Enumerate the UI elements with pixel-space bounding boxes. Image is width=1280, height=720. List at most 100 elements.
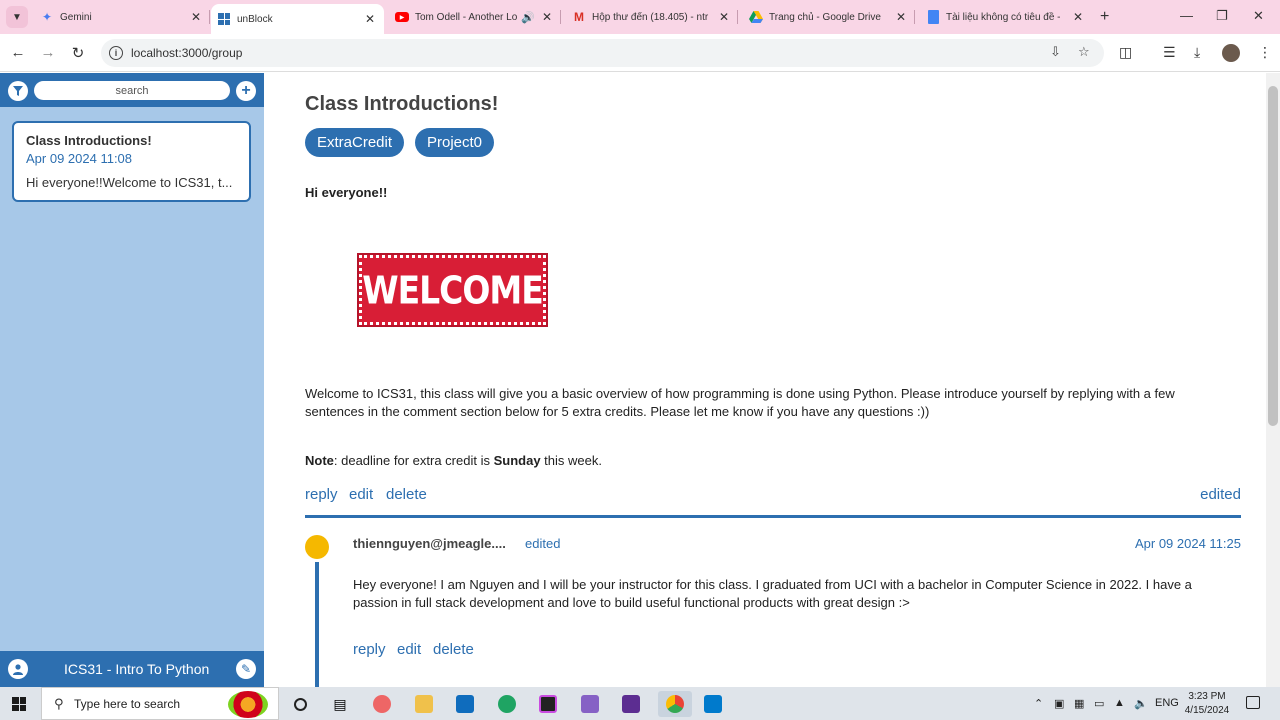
comment-edited-label: edited	[525, 536, 561, 551]
menu-kebab-icon[interactable]: ⋮	[1258, 44, 1272, 61]
chrome-icon[interactable]	[658, 691, 692, 717]
taskbar-search-box[interactable]: ⚲ Type here to search	[41, 687, 279, 720]
site-info-icon[interactable]: i	[109, 46, 123, 60]
vscode-icon[interactable]	[700, 691, 726, 717]
window-close-icon[interactable]: ✕	[1253, 8, 1264, 24]
tab-title: Gemini	[60, 11, 92, 23]
notification-icon[interactable]	[1246, 696, 1260, 709]
clock-date: 4/15/2024	[1184, 705, 1230, 716]
comment-delete-link[interactable]: delete	[433, 641, 474, 658]
downloads-icon[interactable]: ⤓	[1194, 44, 1200, 61]
windows-start-icon[interactable]	[12, 697, 26, 711]
group-name[interactable]: ICS31 - Intro To Python	[64, 661, 209, 677]
comment-thread-line	[315, 562, 319, 687]
jetbrains-icon[interactable]	[535, 691, 561, 717]
tag-project0[interactable]: Project0	[415, 128, 495, 157]
maximize-icon[interactable]: ❐	[1216, 8, 1228, 24]
tab-gemini[interactable]: ✦ Gemini ✕	[34, 0, 210, 34]
drive-icon	[749, 10, 763, 24]
post-list-title: Class Introductions!	[26, 133, 152, 148]
post-list-item[interactable]: Class Introductions! Apr 09 2024 11:08 H…	[12, 121, 251, 202]
file-explorer-icon[interactable]	[411, 691, 437, 717]
close-icon[interactable]: ✕	[716, 9, 732, 25]
wifi-icon[interactable]: ▲	[1114, 697, 1125, 709]
post-edit-link[interactable]: edit	[349, 486, 373, 503]
post-divider	[305, 515, 1241, 518]
gmail-icon: M	[574, 10, 584, 24]
comment-reply-link[interactable]: reply	[353, 641, 386, 658]
task-view-circle-icon[interactable]	[287, 691, 313, 717]
search-icon: ⚲	[54, 696, 64, 711]
tab-search-chevron-icon[interactable]: ▼	[6, 6, 28, 28]
post-note: Note: deadline for extra credit is Sunda…	[305, 453, 602, 468]
bookmark-star-icon[interactable]: ☆	[1078, 44, 1090, 60]
reload-icon[interactable]: ↻	[69, 44, 87, 62]
forward-arrow-icon[interactable]: →	[39, 44, 57, 61]
close-icon[interactable]: ✕	[539, 9, 555, 25]
close-icon[interactable]: ✕	[362, 11, 378, 27]
profile-avatar[interactable]	[1222, 44, 1240, 62]
tab-google-drive[interactable]: Trang chủ - Google Drive ✕	[743, 0, 915, 34]
tray-chevron-up-icon[interactable]: ⌃	[1034, 697, 1043, 710]
taskbar-clock[interactable]: 3:23 PM 4/15/2024	[1182, 690, 1232, 718]
speaker-icon[interactable]: 🔊	[521, 11, 535, 24]
language-indicator[interactable]: ENG	[1155, 697, 1179, 709]
tray-meet-icon[interactable]: ▣	[1054, 697, 1064, 710]
tab-separator	[209, 10, 210, 24]
browser-tab-strip: ▼ ✦ Gemini ✕ unBlock ✕ ▶ Tom Odell - Ano…	[0, 0, 1280, 34]
comment-date: Apr 09 2024 11:25	[1134, 536, 1241, 551]
tray-camera-icon[interactable]: ▦	[1074, 697, 1084, 710]
extensions-puzzle-icon[interactable]: ◫	[1119, 44, 1132, 61]
media-control-icon[interactable]: ☰	[1163, 44, 1176, 61]
tag-extracredit[interactable]: ExtraCredit	[305, 128, 405, 157]
tab-title: Hộp thư đến (18.405) - ntr	[592, 11, 709, 23]
tab-unblock[interactable]: unBlock ✕	[211, 4, 384, 34]
outlook-icon[interactable]	[452, 691, 478, 717]
post-view: Class Introductions! ExtraCredit Project…	[264, 73, 1266, 687]
new-tab-plus-icon[interactable]: +	[1100, 8, 1109, 26]
post-greeting: Hi everyone!!	[305, 185, 388, 200]
close-icon[interactable]: ✕	[1070, 9, 1086, 25]
tab-google-docs[interactable]: Tài liệu không có tiêu đề - ✕	[920, 0, 1092, 34]
windows-taskbar: ⚲ Type here to search ▤ ⌃ ▣ ▦ ▭ ▲ 🔈 ENG …	[0, 687, 1280, 720]
close-icon[interactable]: ✕	[893, 9, 909, 25]
address-bar[interactable]: i localhost:3000/group	[101, 39, 1104, 67]
post-body: Welcome to ICS31, this class will give y…	[305, 386, 1175, 419]
minimize-icon[interactable]: —	[1180, 8, 1193, 23]
search-input[interactable]	[34, 81, 230, 100]
user-profile-icon[interactable]	[8, 659, 28, 679]
tab-separator	[560, 10, 561, 24]
search-highlight-icon	[228, 691, 268, 718]
install-app-icon[interactable]: ⇩	[1050, 44, 1061, 60]
edit-pencil-icon[interactable]: ✎	[236, 659, 256, 679]
tab-youtube[interactable]: ▶ Tom Odell - Another Lo 🔊 ✕	[389, 0, 561, 34]
note-emphasis: Sunday	[493, 453, 541, 468]
comment-avatar	[305, 535, 329, 559]
close-icon[interactable]: ✕	[188, 9, 204, 25]
battery-icon[interactable]: ▭	[1094, 697, 1104, 710]
note-text-after: this week.	[540, 453, 602, 468]
youtube-icon: ▶	[395, 10, 409, 24]
tab-gmail[interactable]: M Hộp thư đến (18.405) - ntr ✕	[566, 0, 738, 34]
add-post-plus-icon[interactable]: +	[236, 81, 256, 101]
edge-icon[interactable]	[494, 691, 520, 717]
gemini-icon: ✦	[41, 10, 53, 24]
comment-body: Hey everyone! I am Nguyen and I will be …	[353, 577, 1192, 610]
volume-icon[interactable]: 🔈	[1134, 697, 1148, 710]
back-arrow-icon[interactable]: ←	[9, 44, 27, 61]
post-delete-link[interactable]: delete	[386, 486, 427, 503]
filter-icon[interactable]	[8, 81, 28, 101]
terminal-icon[interactable]	[618, 691, 644, 717]
task-view-icon[interactable]: ▤	[327, 691, 353, 717]
weather-app-icon[interactable]	[369, 691, 395, 717]
tab-separator	[737, 10, 738, 24]
visual-studio-icon[interactable]	[577, 691, 603, 717]
note-text-before: : deadline for extra credit is	[333, 453, 494, 468]
note-label: Note	[305, 453, 334, 468]
comment-edit-link[interactable]: edit	[397, 641, 421, 658]
url-text[interactable]: localhost:3000/group	[131, 46, 242, 60]
post-reply-link[interactable]: reply	[305, 486, 338, 503]
page-scrollbar-thumb[interactable]	[1268, 86, 1278, 426]
browser-toolbar: ← → ↻ i localhost:3000/group ⇩ ☆ ◫ ☰ ⤓ ⋮	[0, 34, 1280, 72]
tab-title: Trang chủ - Google Drive	[769, 11, 881, 23]
